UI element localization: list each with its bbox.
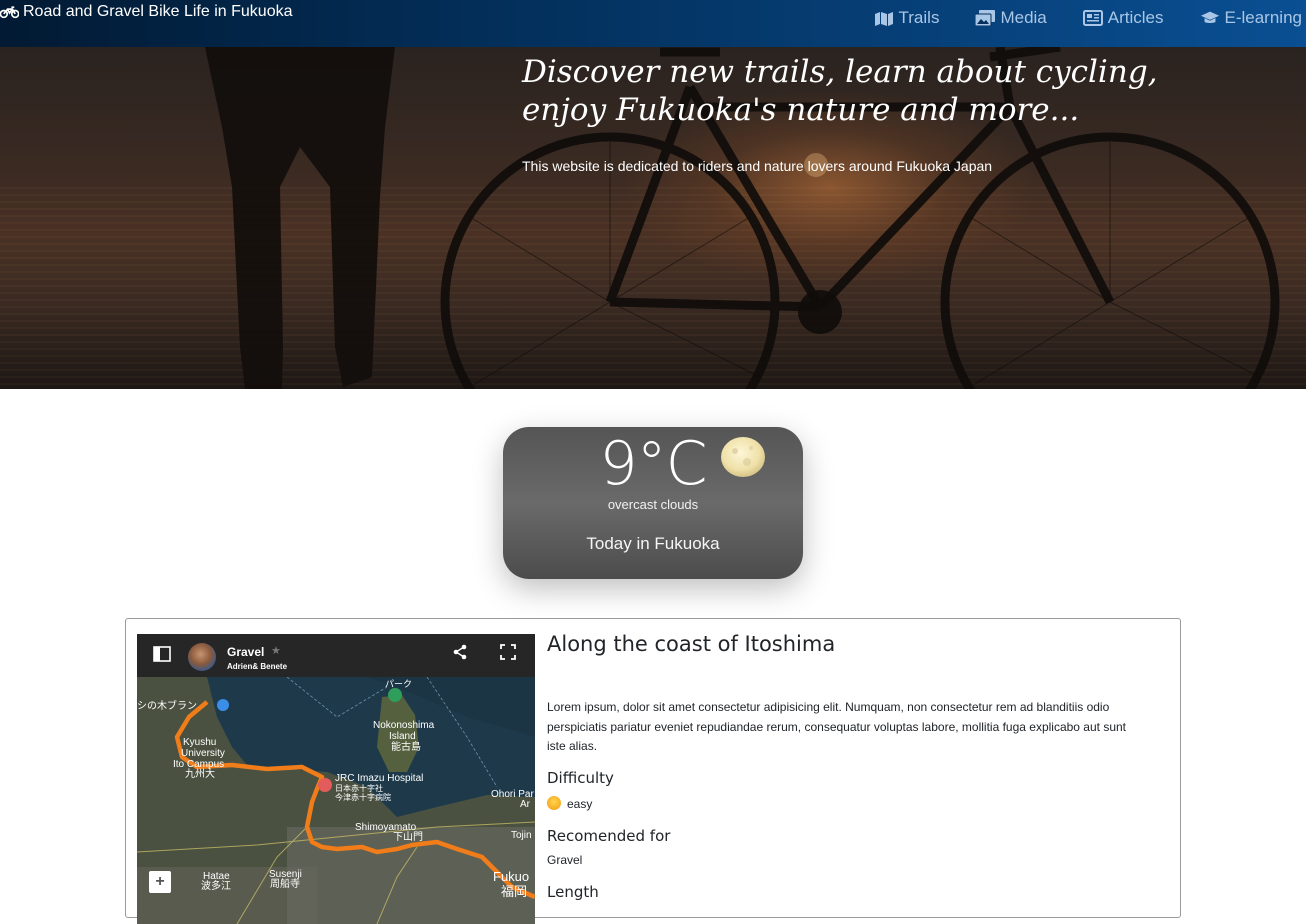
map-author: Adrien& Benete [227, 662, 288, 671]
moon-icon [721, 437, 765, 477]
motorcycle-icon [0, 6, 19, 19]
nav-item-label: Trails [898, 8, 940, 27]
recommended-heading: Recomended for [547, 827, 671, 845]
map-label: 能古島 [391, 740, 421, 753]
map-label: 福岡 [501, 884, 527, 899]
map-label: 今津赤十字病院 [335, 792, 391, 802]
map-icon [874, 12, 893, 26]
map-label: University [181, 748, 225, 759]
nav-item-e-learning[interactable]: E-learning [1182, 7, 1303, 29]
nav-item-label: Articles [1107, 8, 1164, 27]
trail-title: Along the coast of Itoshima [547, 632, 836, 656]
hero-title: Discover new trails, learn about cycling… [522, 54, 1158, 128]
difficulty-value: easy [567, 797, 593, 811]
map-label: Nokonoshima [373, 720, 435, 731]
avatar [188, 643, 216, 671]
map-label: Kyushu [183, 737, 216, 748]
brand-title: Road and Gravel Bike Life in Fukuoka [23, 3, 293, 20]
length-heading: Length [547, 883, 599, 901]
nav-item-label: Media [1000, 8, 1047, 27]
map-label: シの木ブラン [137, 699, 197, 712]
images-icon [975, 10, 996, 26]
graduation-cap-icon [1200, 11, 1219, 23]
zoom-in-button[interactable]: + [149, 871, 171, 893]
nav-item-label: E-learning [1224, 8, 1303, 27]
map-label: Tojin [511, 830, 532, 841]
satellite-map[interactable]: シの木ブラン パーク Nokonoshima Island 能古島 Kyushu… [137, 677, 535, 924]
nav-item-trails[interactable]: Trails [856, 7, 958, 29]
nav-item-articles[interactable]: Articles [1065, 7, 1182, 29]
hugging-face-icon [547, 796, 561, 810]
recommended-value: Gravel [547, 853, 583, 867]
nav-links: Trails Media Articles E-learning [856, 7, 1302, 29]
map-label: パーク [385, 679, 412, 689]
difficulty-row: easy [547, 796, 592, 811]
map-label: 日本赤十字社 [335, 783, 383, 793]
weather-location: Today in Fukuoka [586, 534, 720, 553]
map-label: 波多江 [201, 879, 231, 892]
weather-description: overcast clouds [607, 497, 699, 512]
newspaper-icon [1082, 10, 1103, 26]
map-label: Ar [520, 799, 531, 810]
map-label: 周船寺 [270, 877, 300, 890]
map-label: Fukuo [493, 869, 529, 884]
difficulty-heading: Difficulty [547, 769, 614, 787]
hero-banner: Discover new trails, learn about cycling… [0, 47, 1306, 389]
map-label: 下山門 [393, 831, 423, 843]
map-label: JRC Imazu Hospital [335, 773, 423, 784]
fullscreen-icon[interactable] [500, 644, 516, 660]
hero-subtitle: This website is dedicated to riders and … [522, 158, 993, 174]
star-icon[interactable]: ★ [271, 644, 281, 657]
sidebar-toggle-icon[interactable] [153, 646, 171, 662]
map-label: 九州大 [185, 767, 215, 780]
map-label: Island [389, 731, 416, 742]
navbar: Road and Gravel Bike Life in Fukuoka Tra… [0, 0, 1306, 47]
nav-item-media[interactable]: Media [957, 7, 1064, 29]
map-embed[interactable]: Gravel ★ Adrien& Benete シの木ブラン パーク Nokon… [137, 634, 535, 924]
weather-widget: 9°C overcast clouds Today in Fukuoka [503, 427, 803, 579]
map-title: Gravel [227, 645, 265, 659]
map-header: Gravel ★ Adrien& Benete [137, 634, 535, 677]
trail-card: Gravel ★ Adrien& Benete シの木ブラン パーク Nokon… [125, 618, 1181, 924]
share-icon[interactable] [452, 644, 468, 660]
trail-description: Lorem ipsum, dolor sit amet consectetur … [547, 700, 1127, 753]
brand-link[interactable]: Road and Gravel Bike Life in Fukuoka [0, 3, 292, 21]
